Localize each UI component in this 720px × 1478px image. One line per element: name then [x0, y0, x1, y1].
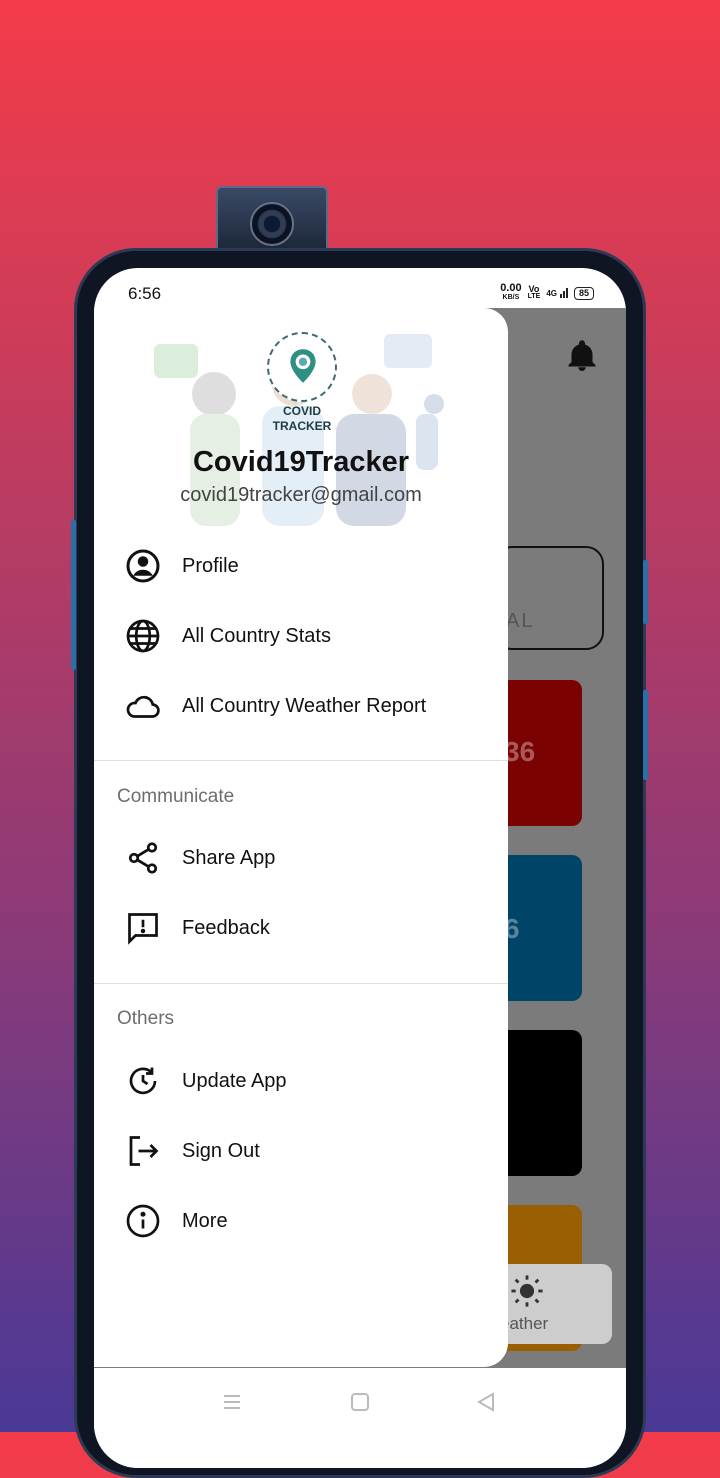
sun-icon [511, 1275, 543, 1307]
bell-icon[interactable] [564, 336, 600, 376]
menu-label-more: More [182, 1210, 228, 1232]
menu-label-update-app: Update App [182, 1070, 287, 1092]
menu-item-all-country-stats[interactable]: All Country Stats [94, 608, 508, 664]
camera-popup [216, 186, 328, 252]
back-icon[interactable] [474, 1390, 498, 1414]
divider [94, 760, 508, 761]
confirmed-value: 36 [504, 736, 536, 767]
network-type: 4G [546, 289, 557, 298]
menu-label-profile: Profile [182, 555, 239, 577]
share-icon [128, 842, 158, 874]
app-name: Covid19Tracker [192, 446, 409, 478]
app-logo: COVID TRACKER [264, 332, 340, 436]
menu-label-feedback: Feedback [182, 917, 270, 939]
menu-item-more[interactable]: More [94, 1193, 508, 1249]
battery-icon: 85 [573, 286, 594, 300]
globe-icon [126, 619, 160, 653]
speed-value: 0.00 [500, 282, 522, 294]
virus-pin-icon [290, 349, 316, 383]
menu-item-profile[interactable]: Profile [94, 538, 508, 594]
network-speed: 0.00 KB/S [500, 282, 522, 302]
menu-label-weather-report: All Country Weather Report [182, 695, 427, 717]
volte-indicator: Vo LTE [528, 285, 541, 301]
menu-label-share-app: Share App [182, 847, 276, 869]
feedback-icon [128, 913, 158, 945]
system-nav-bar [94, 1368, 626, 1468]
menu-item-weather-report[interactable]: All Country Weather Report [94, 678, 508, 734]
camera-lens [250, 202, 294, 246]
logo-text-line2: TRACKER [272, 419, 332, 433]
status-icons: 0.00 KB/S Vo LTE 4G 85 [500, 282, 594, 302]
app-email: covid19tracker@gmail.com [180, 484, 422, 506]
sign-out-icon [129, 1136, 159, 1166]
total-outline-card[interactable]: AL [494, 546, 604, 650]
speed-unit: KB/S [502, 294, 520, 301]
menu-item-share-app[interactable]: Share App [94, 830, 508, 886]
power-button [643, 560, 648, 624]
logo-text-line1: COVID [282, 404, 321, 418]
logo-badge [267, 332, 337, 402]
volte-bottom: LTE [527, 293, 541, 300]
section-title-others: Others [117, 1008, 175, 1029]
weather-tab[interactable]: eather [500, 1264, 612, 1344]
menu-item-feedback[interactable]: Feedback [94, 900, 508, 956]
status-time: 6:56 [128, 284, 162, 303]
menu-item-sign-out[interactable]: Sign Out [94, 1123, 508, 1179]
section-title-communicate: Communicate [117, 786, 235, 807]
phone-screen: AL 36 6 eather 6:56 0.00 KB/S Vo LTE 4G … [94, 268, 626, 1468]
menu-label-all-country-stats: All Country Stats [182, 625, 331, 647]
menu-icon[interactable] [220, 1390, 244, 1414]
update-icon [129, 1067, 157, 1095]
status-bar: 6:56 0.00 KB/S Vo LTE 4G 85 [94, 268, 626, 308]
navigation-drawer: COVID TRACKER Covid19Tracker covid19trac… [94, 308, 508, 1367]
signal-icon: 4G [546, 288, 568, 298]
drawer-header: COVID TRACKER Covid19Tracker covid19trac… [94, 308, 508, 528]
cloud-icon [126, 695, 160, 718]
volume-button [71, 520, 76, 670]
menu-item-update-app[interactable]: Update App [94, 1053, 508, 1109]
menu-label-sign-out: Sign Out [182, 1140, 260, 1162]
outline-card-text: AL [506, 610, 535, 632]
info-icon [126, 1204, 160, 1238]
divider [94, 983, 508, 984]
account-circle-icon [126, 549, 160, 583]
volte-top: Vo [528, 284, 540, 294]
home-icon[interactable] [348, 1390, 372, 1414]
side-button [643, 690, 648, 780]
